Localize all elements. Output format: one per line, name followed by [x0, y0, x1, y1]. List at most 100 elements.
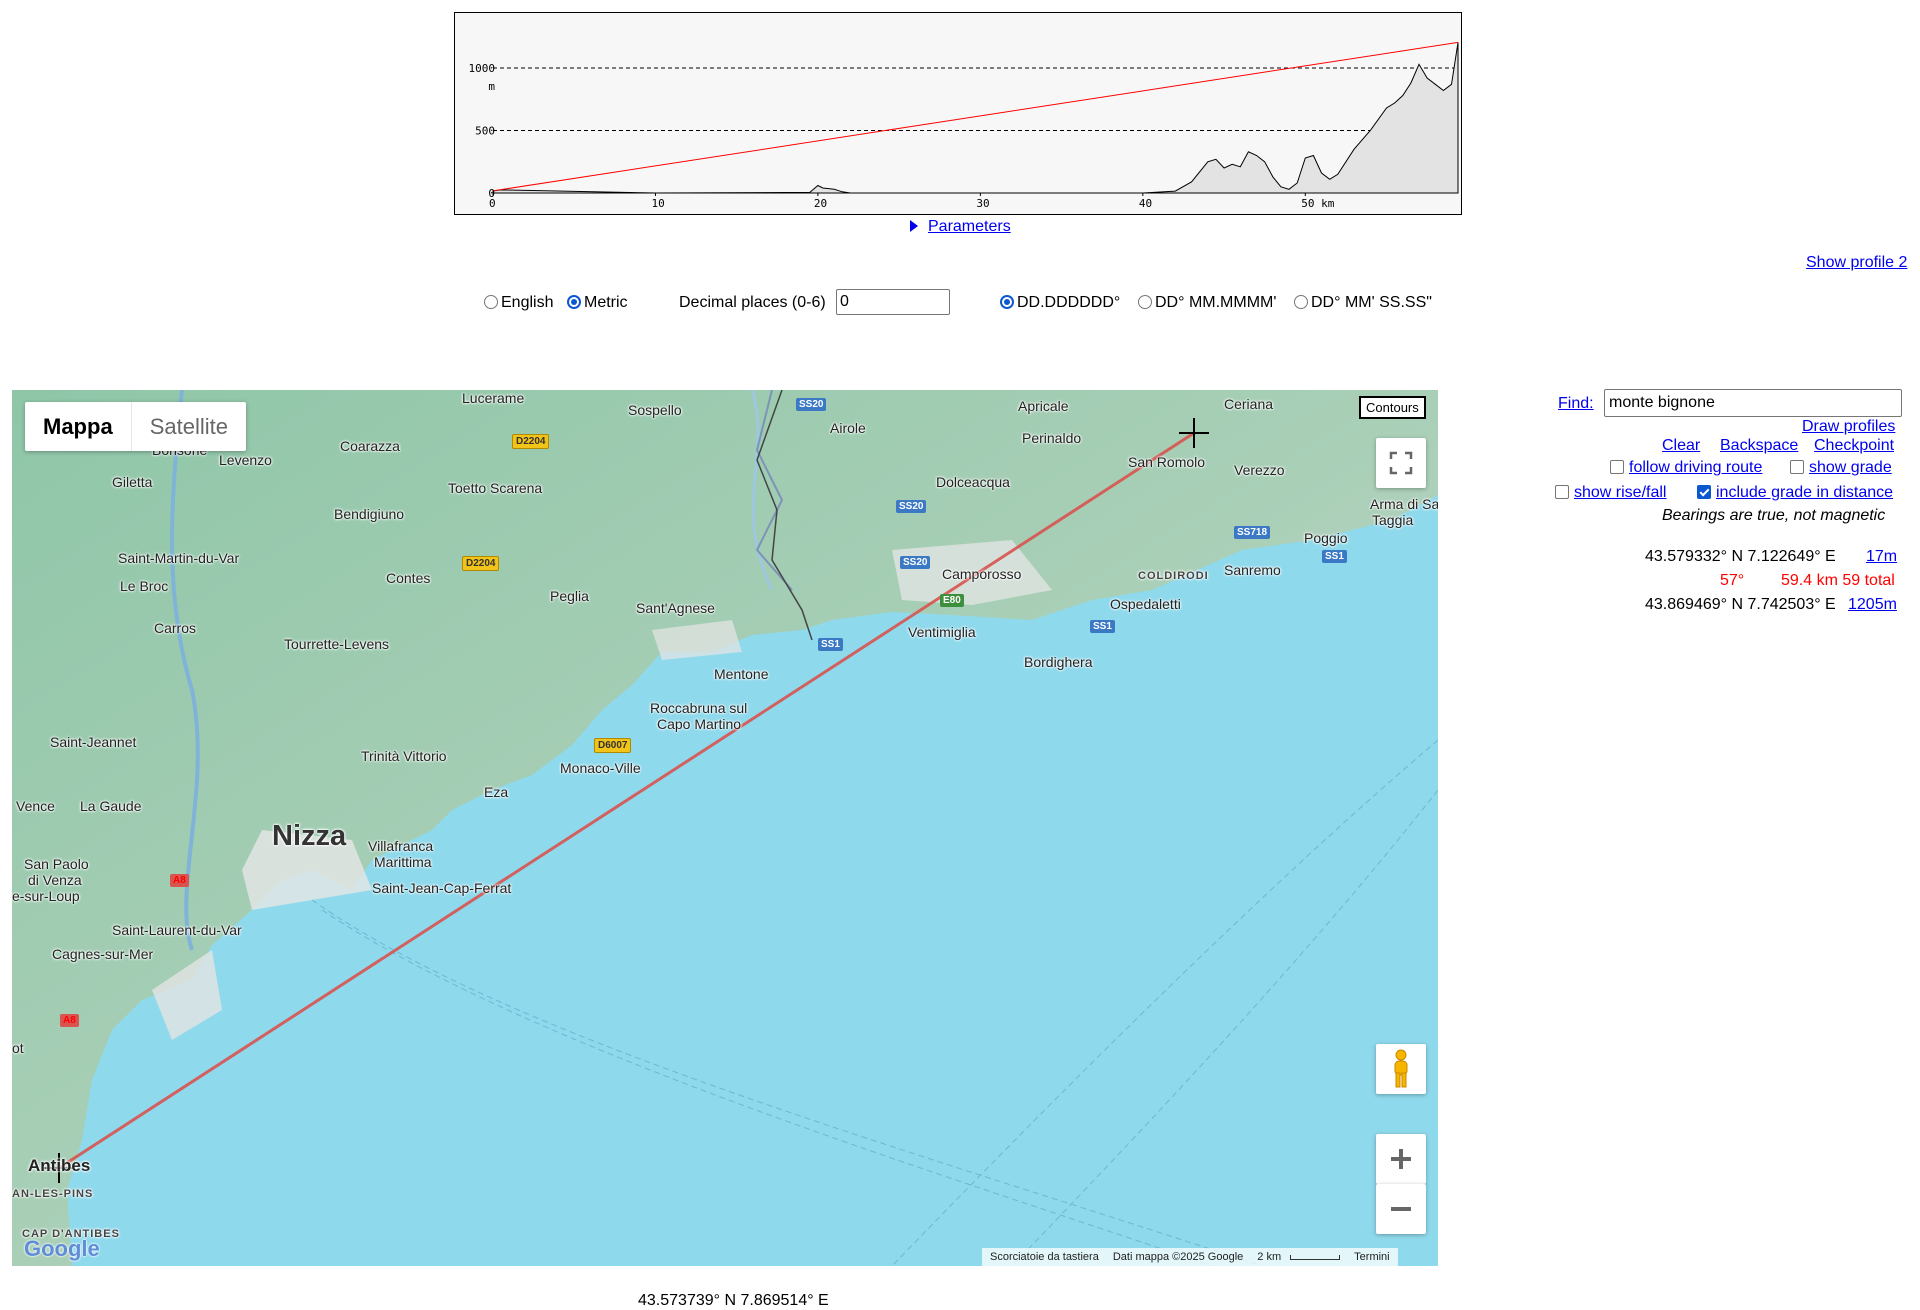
contours-button[interactable]: Contours: [1359, 396, 1426, 419]
street-view-button[interactable]: [1376, 1044, 1426, 1094]
dms-option[interactable]: DD° MM' SS.SS": [1294, 294, 1432, 312]
place-label: COLDIRODI: [1138, 570, 1209, 582]
include-grade-checkbox[interactable]: [1697, 485, 1711, 499]
place-label: Ventimiglia: [908, 624, 976, 640]
google-logo: Google: [24, 1236, 100, 1261]
place-label: Marittima: [374, 854, 432, 870]
profile-plot: 1000m50000 10 20 30 40 50 km: [469, 41, 1459, 210]
show-grade-checkbox[interactable]: [1790, 460, 1804, 474]
find-link[interactable]: Find:: [1558, 395, 1594, 413]
x-tick-label: 40: [1139, 197, 1152, 210]
follow-route-label[interactable]: follow driving route: [1629, 459, 1762, 476]
pegman-icon: [1394, 1049, 1408, 1088]
point2-elevation-link[interactable]: 1205m: [1848, 596, 1897, 614]
metric-radio[interactable]: [567, 295, 581, 309]
place-label: Coarazza: [340, 438, 400, 454]
metric-option[interactable]: Metric: [567, 294, 628, 312]
road-shield: SS1: [1322, 550, 1347, 563]
decimals-input[interactable]: [836, 289, 950, 315]
place-label: Sospello: [628, 402, 682, 418]
dd-option[interactable]: DD.DDDDDD°: [1000, 294, 1120, 312]
dd-radio[interactable]: [1000, 295, 1014, 309]
place-label: Toetto Scarena: [448, 480, 543, 496]
elevation-profile-chart: 1000 m 500 0 0 10 20 30 40 50 km: [454, 12, 1462, 215]
place-label: Airole: [830, 420, 866, 436]
bearing-value: 57°: [1720, 572, 1745, 589]
include-grade-option[interactable]: include grade in distance: [1697, 484, 1893, 502]
road-shield: D6007: [594, 738, 632, 753]
metric-label: Metric: [584, 294, 628, 311]
place-label: Vence: [16, 798, 55, 814]
english-option[interactable]: English: [484, 294, 553, 312]
map-data-text: Dati mappa ©2025 Google: [1112, 1251, 1244, 1263]
place-label: Sant'Agnese: [636, 600, 715, 616]
show-risefall-checkbox[interactable]: [1555, 485, 1569, 499]
place-label: La Gaude: [80, 798, 142, 814]
cursor-coordinate: 43.573739° N 7.869514° E: [638, 1292, 829, 1309]
show-profile-2-link[interactable]: Show profile 2: [1806, 254, 1907, 272]
map-attribution: Scorciatoie da tastiera Dati mappa ©2025…: [982, 1248, 1398, 1266]
map-canvas[interactable]: Lucerame Sospello Apricale Ceriana Bonso…: [12, 390, 1438, 1266]
scale-line: [1290, 1255, 1341, 1260]
decimals-label: Decimal places (0-6): [679, 294, 826, 311]
point1-elevation-link[interactable]: 17m: [1866, 548, 1897, 566]
draw-profiles-link[interactable]: Draw profiles: [1802, 418, 1895, 436]
road-shield: SS1: [1090, 620, 1115, 633]
place-label: Apricale: [1018, 398, 1069, 414]
road-shield: E80: [940, 594, 964, 607]
fullscreen-icon: [1389, 451, 1413, 475]
follow-route-option[interactable]: follow driving route: [1610, 459, 1762, 477]
show-grade-option[interactable]: show grade: [1790, 459, 1892, 477]
place-label: Ospedaletti: [1110, 596, 1181, 612]
terms-link[interactable]: Termini: [1354, 1251, 1389, 1263]
place-label: Carros: [154, 620, 197, 636]
place-label: Saint-Laurent-du-Var: [112, 922, 242, 938]
minus-icon: [1391, 1207, 1411, 1211]
include-grade-label[interactable]: include grade in distance: [1716, 484, 1893, 501]
checkpoint-link[interactable]: Checkpoint: [1814, 437, 1894, 455]
clear-link[interactable]: Clear: [1662, 437, 1700, 455]
show-grade-label[interactable]: show grade: [1809, 459, 1892, 476]
scale-label: 2 km: [1257, 1251, 1282, 1263]
map-type-map-button[interactable]: Mappa: [25, 402, 131, 451]
place-label: Saint-Martin-du-Var: [118, 550, 240, 566]
fullscreen-button[interactable]: [1376, 438, 1426, 488]
road-shield: A8: [60, 1014, 79, 1027]
show-risefall-label[interactable]: show rise/fall: [1574, 484, 1666, 501]
english-radio[interactable]: [484, 295, 498, 309]
place-label: Villafranca: [368, 838, 434, 854]
map-type-control: Mappa Satellite: [25, 402, 246, 451]
place-label: di Venza: [28, 872, 82, 888]
place-label: Mentone: [714, 666, 769, 682]
follow-route-checkbox[interactable]: [1610, 460, 1624, 474]
road-shield: SS20: [900, 556, 931, 569]
english-label: English: [501, 294, 554, 311]
ddm-label: DD° MM.MMMM': [1155, 294, 1277, 311]
show-risefall-option[interactable]: show rise/fall: [1555, 484, 1666, 502]
road-shield: D2204: [462, 556, 500, 571]
place-label: Cagnes-sur-Mer: [52, 946, 154, 962]
zoom-in-button[interactable]: [1376, 1134, 1426, 1184]
place-label: Trinità Vittorio: [361, 748, 447, 764]
place-label: Bordighera: [1024, 654, 1093, 670]
backspace-link[interactable]: Backspace: [1720, 437, 1798, 455]
plus-icon: [1391, 1149, 1411, 1169]
ddm-option[interactable]: DD° MM.MMMM': [1138, 294, 1276, 312]
bearings-note: Bearings are true, not magnetic: [1662, 507, 1886, 524]
place-label: Monaco-Ville: [560, 760, 641, 776]
find-input[interactable]: [1604, 389, 1902, 417]
map-type-satellite-button[interactable]: Satellite: [130, 402, 246, 451]
place-label: Saint-Jean-Cap-Ferrat: [372, 880, 512, 896]
place-label: Taggia: [1372, 512, 1414, 528]
x-tick-label: 10: [651, 197, 664, 210]
zoom-out-button[interactable]: [1376, 1184, 1426, 1234]
parameters-toggle[interactable]: Parameters: [910, 218, 1011, 236]
parameters-link[interactable]: Parameters: [928, 218, 1011, 235]
dms-radio[interactable]: [1294, 295, 1308, 309]
place-label: Eza: [484, 784, 509, 800]
place-label: Tourrette-Levens: [284, 636, 390, 652]
keyboard-shortcuts-link[interactable]: Scorciatoie da tastiera: [990, 1251, 1099, 1263]
ddm-radio[interactable]: [1138, 295, 1152, 309]
scale-bar[interactable]: 2 km: [1257, 1251, 1341, 1263]
triangle-right-icon: [910, 220, 918, 232]
